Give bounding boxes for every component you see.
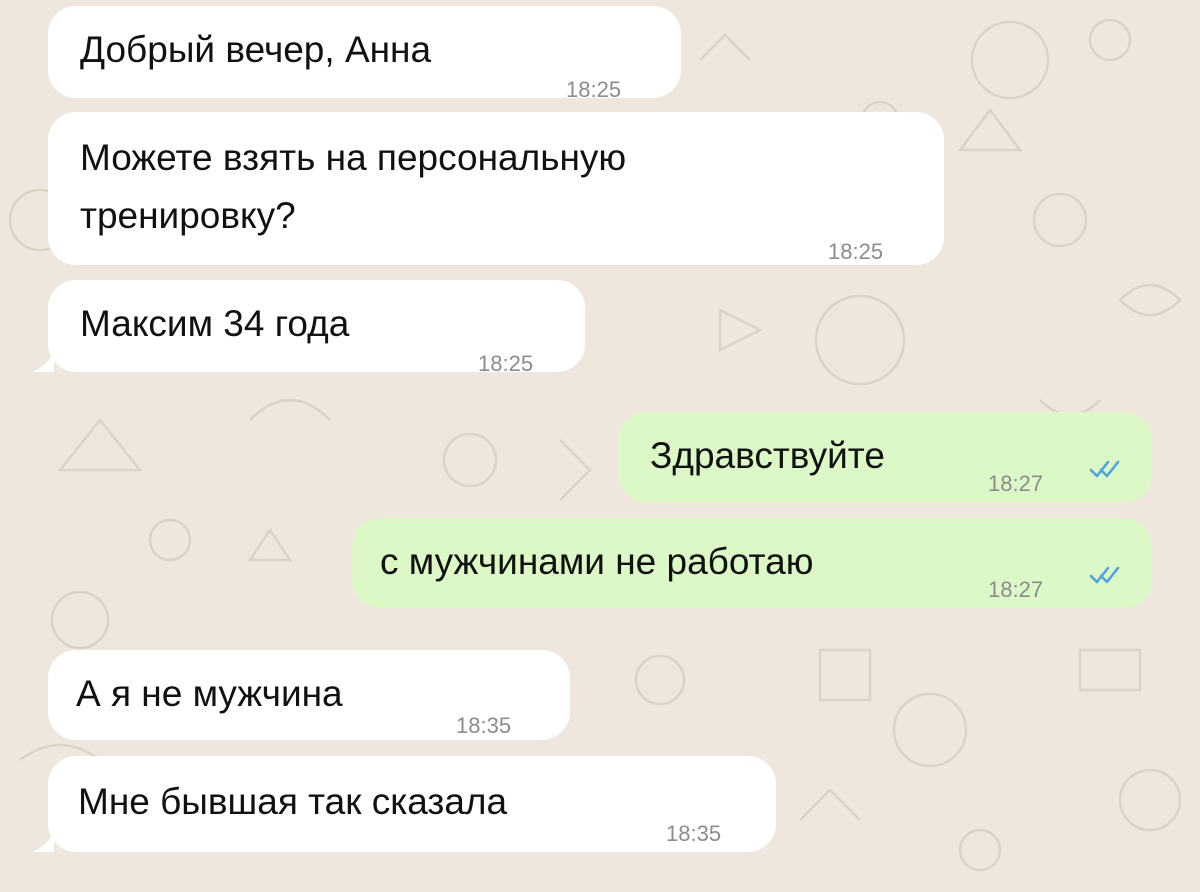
message-bubble-incoming[interactable]: А я не мужчина 18:35 xyxy=(48,650,570,740)
message-bubble-incoming[interactable]: Мне бывшая так сказала 18:35 xyxy=(48,756,776,852)
message-timestamp: 18:35 xyxy=(666,821,722,846)
message-text: Добрый вечер, Анна xyxy=(80,29,432,70)
message-timestamp: 18:27 xyxy=(988,577,1044,602)
message-text-line: тренировку? xyxy=(80,195,296,236)
message-timestamp: 18:27 xyxy=(988,471,1044,496)
message-bubble-incoming[interactable]: Добрый вечер, Анна 18:25 xyxy=(48,6,681,102)
message-text: Максим 34 года xyxy=(80,303,350,344)
message-text: А я не мужчина xyxy=(76,673,343,714)
message-timestamp: 18:25 xyxy=(828,239,884,264)
message-bubble-incoming[interactable]: Максим 34 года 18:25 xyxy=(48,280,585,376)
message-text: Здравствуйте xyxy=(650,435,885,476)
message-text-line: Можете взять на персональную xyxy=(80,137,627,178)
message-text: с мужчинами не работаю xyxy=(380,541,814,582)
message-bubble-outgoing[interactable]: с мужчинами не работаю 18:27 xyxy=(352,518,1152,608)
bubble-tail xyxy=(32,830,54,852)
message-timestamp: 18:35 xyxy=(456,713,512,738)
bubble-tail xyxy=(32,350,54,372)
chat-view: Добрый вечер, Анна 18:25 Можете взять на… xyxy=(0,0,1200,892)
message-timestamp: 18:25 xyxy=(478,351,534,376)
message-bubble-incoming[interactable]: Можете взять на персональную тренировку?… xyxy=(48,112,944,265)
message-bubble-outgoing[interactable]: Здравствуйте 18:27 xyxy=(618,412,1152,502)
message-text: Мне бывшая так сказала xyxy=(78,781,508,822)
double-check-icon xyxy=(1089,566,1120,584)
message-timestamp: 18:25 xyxy=(566,77,622,102)
double-check-icon xyxy=(1089,460,1120,478)
